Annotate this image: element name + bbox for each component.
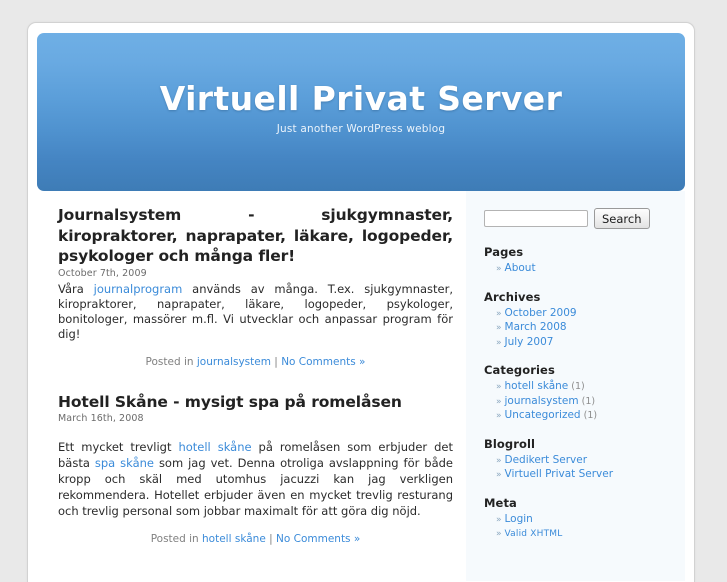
sidebar-link[interactable]: journalsystem (505, 395, 579, 407)
post-body-link[interactable]: journalprogram (94, 282, 183, 296)
sidebar-link[interactable]: October 2009 (505, 307, 577, 319)
sidebar-widget: Blogroll» Dedikert Server» Virtuell Privat… (484, 437, 673, 483)
post-title[interactable]: Journalsystem - sjukgymnaster, kiroprakt… (58, 205, 453, 267)
item-count: (1) (568, 381, 585, 392)
list-item: » journalsystem (1) (496, 395, 673, 410)
posted-in-label: Posted in (145, 355, 197, 368)
main-content: Journalsystem - sjukgymnaster, kiroprakt… (37, 191, 465, 581)
list-item: » About (496, 262, 673, 277)
list-item: » Dedikert Server (496, 454, 673, 469)
sidebar-widget-items: » October 2009» March 2008» July 2007 (484, 307, 673, 351)
sidebar-widget: Categories» hotell skåne (1)» journalsyste… (484, 363, 673, 424)
post-entry: Journalsystem - sjukgymnaster, kiroprakt… (58, 205, 453, 368)
sidebar-link[interactable]: Valid XHTML (505, 529, 563, 539)
sidebar: Search Pages» About Archives» October 2009»… (465, 191, 685, 581)
item-count: (1) (578, 395, 596, 407)
sidebar-widget: Meta» Login» Valid XHTML (484, 496, 673, 542)
sidebar-widget-title: Meta (484, 495, 517, 510)
bullet-icon: » (496, 382, 502, 392)
meta-separator: | (270, 355, 282, 368)
search-button[interactable]: Search (594, 208, 650, 229)
post-comments-link[interactable]: No Comments » (281, 356, 365, 368)
post-meta: Posted in journalsystem | No Comments » (58, 356, 453, 368)
post-body-lead: Ett mycket trevligt (58, 440, 179, 455)
search-input[interactable] (484, 210, 588, 227)
bullet-icon: » (496, 470, 502, 480)
bullet-icon: » (496, 396, 502, 407)
post-body-link-2[interactable]: spa skåne (95, 456, 154, 470)
list-item: » Login (496, 513, 673, 528)
list-item: » hotell skåne (1) (496, 380, 673, 395)
post-divider (58, 374, 453, 392)
post-body-lead: Våra (58, 281, 94, 296)
sidebar-widget-list: Pages» About Archives» October 2009» March 2… (484, 245, 673, 542)
bullet-icon: » (496, 455, 502, 466)
list-item: » Uncategorized (1) (496, 409, 673, 424)
site-description: Just another WordPress weblog (276, 123, 446, 135)
bullet-icon: » (496, 337, 502, 348)
post-date: October 7th, 2009 (58, 267, 147, 279)
sidebar-widget-title: Archives (484, 289, 541, 304)
page-container: Virtuell Privat Server Just another Word… (27, 22, 695, 582)
post-category-link[interactable]: journalsystem (197, 356, 271, 368)
post-category-link[interactable]: hotell skåne (202, 533, 266, 545)
sidebar-link[interactable]: July 2007 (505, 336, 554, 348)
meta-separator: | (265, 533, 276, 546)
bullet-icon: » (496, 308, 502, 319)
sidebar-link[interactable]: Uncategorized (505, 409, 581, 421)
bullet-icon: » (496, 514, 502, 525)
posted-in-label: Posted in (150, 533, 203, 546)
sidebar-widget-items: » Login» Valid XHTML (484, 513, 673, 542)
post-title[interactable]: Hotell Skåne - mysigt spa på romelåsen (58, 392, 453, 413)
item-count: (1) (580, 410, 598, 421)
site-header-banner: Virtuell Privat Server Just another Word… (37, 33, 685, 191)
sidebar-link[interactable]: Virtuell Privat Server (505, 468, 614, 480)
post-body-link[interactable]: hotell skåne (178, 440, 251, 454)
list-item: » Valid XHTML (496, 527, 673, 542)
sidebar-link[interactable]: Dedikert Server (505, 454, 588, 466)
sidebar-widget-title: Blogroll (484, 436, 536, 451)
search-form: Search (484, 208, 673, 229)
sidebar-link[interactable]: About (505, 262, 536, 274)
post-date: March 16th, 2008 (58, 413, 144, 425)
bullet-icon: » (496, 264, 502, 274)
sidebar-widget-items: » hotell skåne (1)» journalsystem (1)» Unca… (484, 380, 673, 424)
list-item: » July 2007 (496, 336, 673, 351)
page-body: Journalsystem - sjukgymnaster, kiroprakt… (28, 191, 694, 581)
site-title[interactable]: Virtuell Privat Server (37, 79, 685, 118)
bullet-icon: » (496, 529, 502, 539)
sidebar-widget-title: Pages (484, 245, 524, 259)
sidebar-link[interactable]: March 2008 (505, 321, 567, 333)
post-meta: Posted in hotell skåne | No Comments » (58, 533, 453, 545)
sidebar-link[interactable]: hotell skåne (505, 380, 569, 392)
sidebar-widget-items: » Dedikert Server» Virtuell Privat Server (484, 454, 673, 483)
post-comments-link[interactable]: No Comments » (276, 533, 360, 545)
post-entry: Hotell Skåne - mysigt spa på romelåsen M… (58, 392, 453, 546)
post-body: Ett mycket trevligt hotell skåne på rome… (58, 440, 453, 519)
list-item: » October 2009 (496, 307, 673, 322)
bullet-icon: » (496, 323, 502, 333)
sidebar-widget-items: » About (484, 262, 673, 277)
sidebar-widget: Pages » About (484, 245, 673, 277)
sidebar-widget-title: Categories (484, 363, 555, 377)
list-item: » Virtuell Privat Server (496, 468, 673, 483)
sidebar-widget: Archives» October 2009» March 2008» July 20… (484, 290, 673, 351)
post-body: Våra journalprogram används av många. T.… (58, 282, 453, 342)
sidebar-link[interactable]: Login (505, 513, 533, 525)
bullet-icon: » (496, 411, 502, 421)
list-item: » March 2008 (496, 321, 673, 336)
